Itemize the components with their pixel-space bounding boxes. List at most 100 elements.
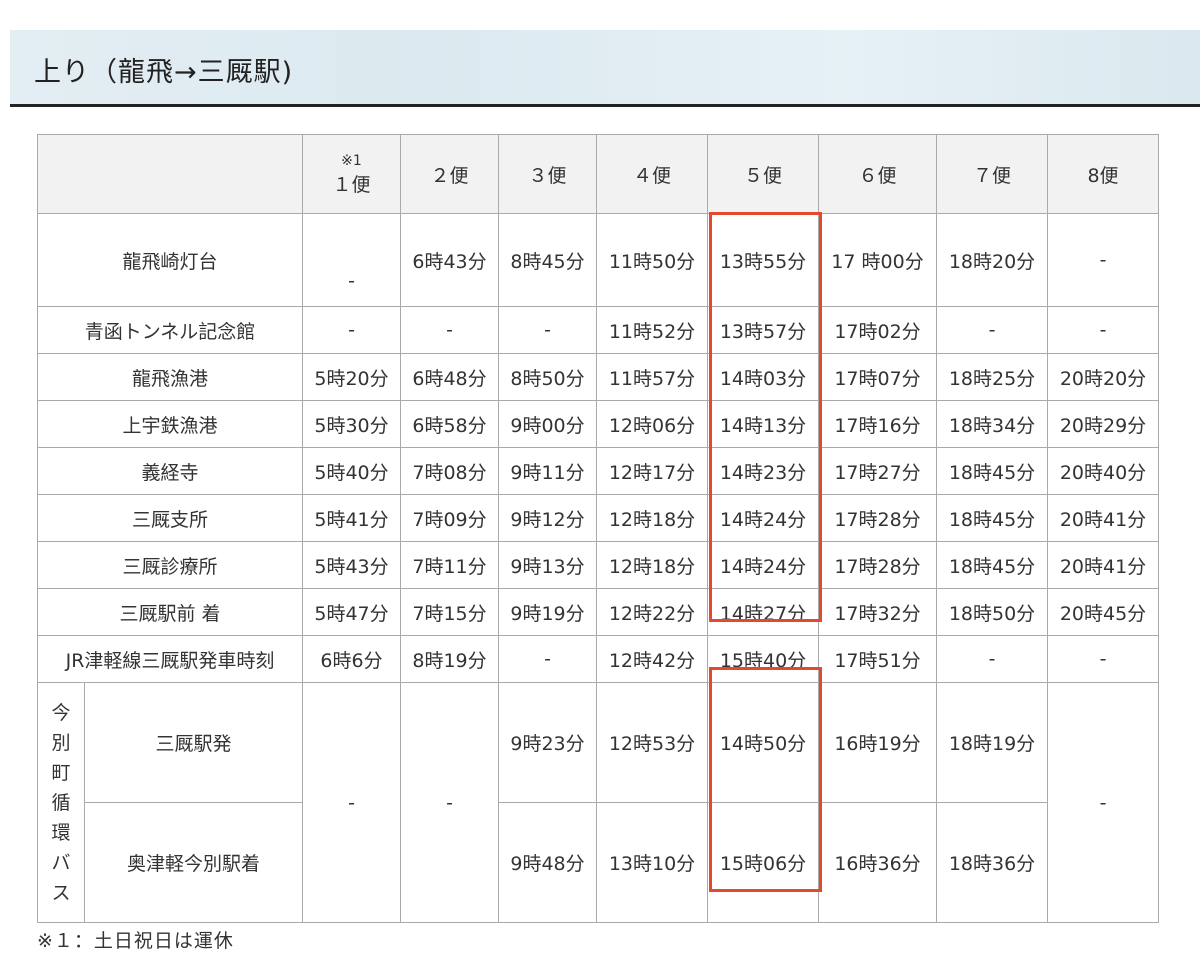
time-cell: 17時16分 [818, 400, 937, 448]
table-row: 三厩支所 5時41分 7時09分 9時12分 12時18分 14時24分 17時… [37, 494, 1159, 542]
header-row: ※1 １便 ２便 ３便 ４便 ５便 ６便 ７便 8便 [37, 134, 1159, 214]
time-cell: 17時27分 [818, 447, 937, 495]
time-cell: 9時00分 [498, 400, 597, 448]
time-cell: 20時45分 [1047, 588, 1159, 636]
header-flight-6: ６便 [818, 134, 937, 214]
table-row: 龍飛漁港 5時20分 6時48分 8時50分 11時57分 14時03分 17時… [37, 353, 1159, 401]
time-cell: 18時19分 [936, 682, 1048, 803]
time-cell: 17時51分 [818, 635, 937, 683]
time-cell: 5時43分 [302, 541, 401, 589]
time-cell: 5時30分 [302, 400, 401, 448]
table-row: 龍飛崎灯台 - 6時43分 8時45分 11時50分 13時55分 17 時00… [37, 213, 1159, 307]
flight-label: １便 [332, 173, 371, 196]
time-cell: 14時24分 [707, 494, 819, 542]
time-cell: 18時45分 [936, 541, 1048, 589]
time-cell: 11時52分 [596, 306, 708, 354]
header-flight-3: ３便 [498, 134, 597, 214]
time-cell: 14時23分 [707, 447, 819, 495]
time-cell: 20時29分 [1047, 400, 1159, 448]
stop-name: 上宇鉄漁港 [37, 400, 303, 448]
header-flight-8: 8便 [1047, 134, 1159, 214]
time-cell: 9時19分 [498, 588, 597, 636]
header-flight-5: ５便 [707, 134, 819, 214]
time-cell: 17時28分 [818, 541, 937, 589]
time-cell: 18時36分 [936, 802, 1048, 923]
table-row: 青函トンネル記念館 - - - 11時52分 13時57分 17時02分 - - [37, 306, 1159, 354]
header-corner-cell [37, 134, 303, 214]
time-cell: 15時06分 [707, 802, 819, 923]
time-cell: 12時18分 [596, 494, 708, 542]
time-cell: - [936, 306, 1048, 354]
time-cell: - [302, 682, 401, 923]
header-flight-1: ※1 １便 [302, 134, 401, 214]
time-cell: 5時41分 [302, 494, 401, 542]
time-cell: 9時12分 [498, 494, 597, 542]
time-cell: 14時24分 [707, 541, 819, 589]
time-cell: 16時36分 [818, 802, 937, 923]
table-row: 奥津軽今別駅着 9時48分 13時10分 15時06分 16時36分 18時36… [38, 802, 1159, 923]
stop-name: 龍飛崎灯台 [37, 213, 303, 307]
time-cell: 18時45分 [936, 494, 1048, 542]
time-cell: 12時42分 [596, 635, 708, 683]
circular-bus-label: 今別町循環バス [51, 701, 71, 904]
time-cell: 14時13分 [707, 400, 819, 448]
time-cell: - [1047, 306, 1159, 354]
header-flight-7: ７便 [936, 134, 1048, 214]
time-cell: - [302, 306, 401, 354]
time-cell: 7時09分 [400, 494, 499, 542]
stop-name: 奥津軽今別駅着 [84, 802, 303, 923]
time-cell: 14時27分 [707, 588, 819, 636]
bus-timetable: ※1 １便 ２便 ３便 ４便 ５便 ６便 ７便 8便 龍飛崎灯台 - 6時43分… [37, 134, 1159, 923]
time-cell: 9時23分 [498, 682, 597, 803]
time-cell: - [400, 306, 499, 354]
table-row: 三厩駅前 着 5時47分 7時15分 9時19分 12時22分 14時27分 1… [37, 588, 1159, 636]
time-cell: 13時57分 [707, 306, 819, 354]
time-cell: - [302, 213, 401, 307]
time-cell: 18時25分 [936, 353, 1048, 401]
time-cell: 6時43分 [400, 213, 499, 307]
stop-name: 三厩駅発 [84, 682, 303, 803]
time-cell: 20時20分 [1047, 353, 1159, 401]
time-cell: 20時40分 [1047, 447, 1159, 495]
time-cell: 8時19分 [400, 635, 499, 683]
time-cell: 18時50分 [936, 588, 1048, 636]
time-cell: 20時41分 [1047, 541, 1159, 589]
time-cell: - [936, 635, 1048, 683]
time-cell: 6時48分 [400, 353, 499, 401]
time-cell: 17時02分 [818, 306, 937, 354]
time-cell: 5時40分 [302, 447, 401, 495]
time-cell: 9時11分 [498, 447, 597, 495]
time-cell: 16時19分 [818, 682, 937, 803]
time-cell: - [1047, 635, 1159, 683]
time-cell: 13時10分 [596, 802, 708, 923]
section-header: 上り（龍飛→三厩駅) [10, 30, 1200, 107]
time-cell: - [498, 306, 597, 354]
time-cell: 5時47分 [302, 588, 401, 636]
time-cell: 11時50分 [596, 213, 708, 307]
time-cell: 18時20分 [936, 213, 1048, 307]
stop-name: 義経寺 [37, 447, 303, 495]
time-cell: - [1047, 682, 1159, 923]
time-cell: 17 時00分 [818, 213, 937, 307]
table-row: 義経寺 5時40分 7時08分 9時11分 12時17分 14時23分 17時2… [37, 447, 1159, 495]
time-cell: 9時48分 [498, 802, 597, 923]
time-cell: 18時45分 [936, 447, 1048, 495]
time-cell: 7時15分 [400, 588, 499, 636]
time-cell: - [498, 635, 597, 683]
time-cell: 17時07分 [818, 353, 937, 401]
section-title: 上り（龍飛→三厩駅) [34, 57, 294, 88]
time-cell: 11時57分 [596, 353, 708, 401]
time-cell: 8時50分 [498, 353, 597, 401]
stop-name: 三厩診療所 [37, 541, 303, 589]
time-cell: 15時40分 [707, 635, 819, 683]
stop-name: 三厩駅前 着 [37, 588, 303, 636]
time-cell: 12時06分 [596, 400, 708, 448]
header-flight-2: ２便 [400, 134, 499, 214]
time-cell: 9時13分 [498, 541, 597, 589]
stop-name: JR津軽線三厩駅発車時刻 [37, 635, 303, 683]
time-cell: - [400, 682, 499, 923]
circular-bus-label-cell: 今別町循環バス [37, 682, 85, 923]
table-row: JR津軽線三厩駅発車時刻 6時6分 8時19分 - 12時42分 15時40分 … [37, 635, 1159, 683]
footnote: ※１：土日祝日は運休 [37, 930, 234, 952]
time-cell: 12時53分 [596, 682, 708, 803]
